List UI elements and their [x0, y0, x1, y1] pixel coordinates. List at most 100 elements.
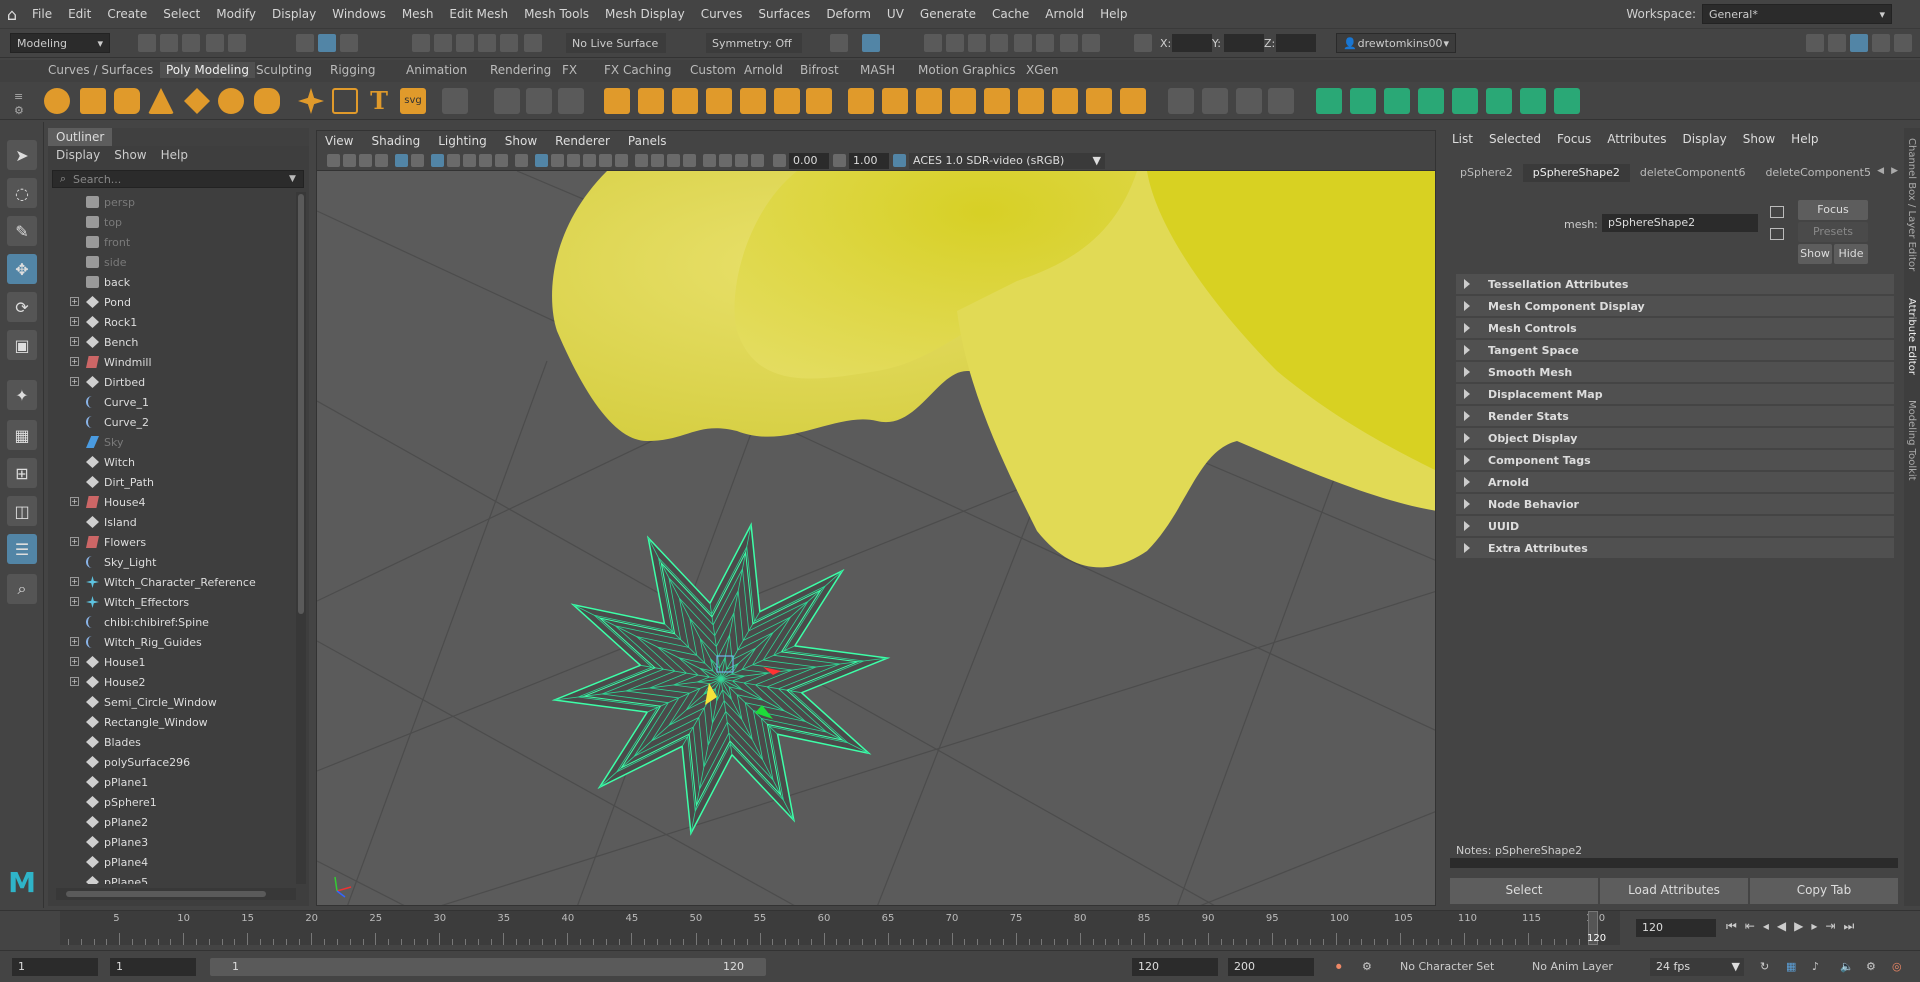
go-to-input-icon[interactable] — [1770, 206, 1784, 218]
menu-windows[interactable]: Windows — [324, 7, 394, 21]
outliner-item[interactable]: Curve_2 — [48, 412, 296, 432]
outliner-menu-show[interactable]: Show — [114, 148, 146, 162]
outliner-item[interactable]: Curve_1 — [48, 392, 296, 412]
range-slider[interactable]: 1 120 — [210, 958, 766, 976]
home-icon[interactable]: ⌂ — [0, 0, 24, 28]
attribute-editor-toggle-icon[interactable] — [1850, 34, 1868, 52]
attribute-menu-attributes[interactable]: Attributes — [1607, 132, 1666, 146]
menu-arnold[interactable]: Arnold — [1037, 7, 1092, 21]
shelf-tab-curves-surfaces[interactable]: Curves / Surfaces — [48, 63, 153, 77]
attribute-menu-list[interactable]: List — [1452, 132, 1473, 146]
outliner-item[interactable]: back — [48, 272, 296, 292]
outliner-item[interactable]: front — [48, 232, 296, 252]
cylindrical-mapping-icon[interactable] — [1350, 88, 1376, 114]
workspace-dropdown[interactable]: General* ▾ — [1702, 4, 1892, 24]
poke-icon[interactable] — [1052, 88, 1078, 114]
grid-icon[interactable] — [442, 88, 468, 114]
select-tool-icon[interactable]: ➤ — [7, 140, 37, 170]
time-ruler[interactable]: 5 10 15 20 25 30 35 40 45 50 55 60 65 70 75 80 85 90 95 100… — [60, 911, 1620, 945]
volume-icon[interactable]: 🔈 — [1840, 960, 1854, 973]
target-weld-icon[interactable] — [1202, 88, 1228, 114]
outliner-menu-help[interactable]: Help — [161, 148, 188, 162]
expand-icon[interactable]: + — [70, 597, 79, 606]
copy-tab-button[interactable]: Copy Tab — [1750, 878, 1898, 904]
planar-mapping-icon[interactable] — [1316, 88, 1342, 114]
expand-icon[interactable]: + — [70, 537, 79, 546]
outliner-layout-icon[interactable]: ☰ — [7, 534, 37, 564]
remesh-icon[interactable] — [774, 88, 800, 114]
gamma-field[interactable]: 1.00 — [849, 153, 889, 169]
outliner-item[interactable]: pPlane5 — [48, 872, 296, 884]
expand-icon[interactable]: + — [70, 337, 79, 346]
expand-triangle-icon[interactable] — [1464, 367, 1470, 377]
expand-icon[interactable]: + — [70, 637, 79, 646]
color-management-icon[interactable] — [893, 154, 906, 167]
show-button[interactable]: Show — [1798, 244, 1832, 264]
poly-cylinder-icon[interactable] — [114, 88, 140, 114]
outliner-item[interactable]: + Witch_Character_Reference — [48, 572, 296, 592]
menu-surfaces[interactable]: Surfaces — [750, 7, 818, 21]
exposure-icon[interactable] — [773, 154, 786, 167]
menu-select[interactable]: Select — [155, 7, 208, 21]
tabs-scroll-left-icon[interactable]: ◀ — [1877, 166, 1884, 176]
layout-toggle-icon[interactable] — [1828, 34, 1846, 52]
loop-icon[interactable]: ↻ — [1760, 960, 1769, 973]
snap-curve-icon[interactable] — [434, 34, 452, 52]
anim-layer-icon[interactable]: ◎ — [1892, 960, 1902, 973]
expand-triangle-icon[interactable] — [1464, 411, 1470, 421]
outliner-item[interactable]: + Witch_Rig_Guides — [48, 632, 296, 652]
maya-logo-icon[interactable]: M — [6, 867, 38, 899]
menu-uv[interactable]: UV — [879, 7, 912, 21]
shelf-tab-mash[interactable]: MASH — [860, 63, 895, 77]
step-back-key-icon[interactable]: ⇤ — [1745, 919, 1755, 934]
playback-start-field[interactable]: 1 — [110, 958, 196, 976]
outliner-item[interactable]: pSphere1 — [48, 792, 296, 812]
lasso-tool-icon[interactable]: ◌ — [7, 178, 37, 208]
expand-triangle-icon[interactable] — [1464, 389, 1470, 399]
coordinates-icon[interactable] — [558, 88, 584, 114]
undo-icon[interactable] — [206, 34, 224, 52]
select-objects-icon[interactable] — [318, 34, 336, 52]
scale-tool-icon[interactable]: ▣ — [7, 330, 37, 360]
menu-display[interactable]: Display — [264, 7, 324, 21]
connect-icon[interactable] — [1268, 88, 1294, 114]
uv-editor-icon[interactable] — [1452, 88, 1478, 114]
attribute-section-arnold[interactable]: Arnold — [1456, 472, 1894, 492]
playback-end-field[interactable]: 120 — [1132, 958, 1218, 976]
expand-icon[interactable]: + — [70, 657, 79, 666]
character-set-dropdown[interactable]: No Character Set — [1400, 960, 1494, 973]
bookmarks-icon[interactable] — [359, 154, 372, 167]
film-gate-icon[interactable] — [447, 154, 460, 167]
outliner-vertical-scrollbar[interactable] — [296, 192, 306, 884]
shelf-tab-sculpting[interactable]: Sculpting — [256, 63, 312, 77]
exposure-field[interactable]: 0.00 — [789, 153, 829, 169]
shelf-tab-animation[interactable]: Animation — [406, 63, 467, 77]
image-plane-icon[interactable] — [375, 154, 388, 167]
outliner-item[interactable]: pPlane3 — [48, 832, 296, 852]
single-perspective-layout-icon[interactable]: ▦ — [7, 420, 37, 450]
outliner-item[interactable]: Rectangle_Window — [48, 712, 296, 732]
x-field[interactable] — [1172, 34, 1212, 52]
textured-icon[interactable] — [583, 154, 596, 167]
automatic-mapping-icon[interactable] — [1418, 88, 1444, 114]
construction-history-icon[interactable] — [830, 34, 848, 52]
poly-cube-icon[interactable] — [80, 88, 106, 114]
play-forwards-icon[interactable]: ▶ — [1794, 919, 1803, 934]
attribute-section-object-display[interactable]: Object Display — [1456, 428, 1894, 448]
menu-curves[interactable]: Curves — [693, 7, 751, 21]
shelf-menu-icon[interactable]: ≡ — [14, 90, 23, 103]
menu-file[interactable]: File — [24, 7, 60, 21]
combine-icon[interactable] — [604, 88, 630, 114]
anti-aliasing-icon[interactable] — [667, 154, 680, 167]
shelf-settings-icon[interactable]: ⚙ — [14, 104, 24, 117]
outliner-item[interactable]: persp — [48, 192, 296, 212]
isolate-select-icon[interactable] — [703, 154, 716, 167]
retopologize-icon[interactable] — [806, 88, 832, 114]
merge-icon[interactable] — [1018, 88, 1044, 114]
shelf-tab-rigging[interactable]: Rigging — [330, 63, 375, 77]
arnold-render-icon[interactable] — [1060, 34, 1078, 52]
separate-icon[interactable] — [638, 88, 664, 114]
shelf-tab-fx[interactable]: FX — [562, 63, 577, 77]
outliner-item[interactable]: Island — [48, 512, 296, 532]
extrude-icon[interactable] — [848, 88, 874, 114]
